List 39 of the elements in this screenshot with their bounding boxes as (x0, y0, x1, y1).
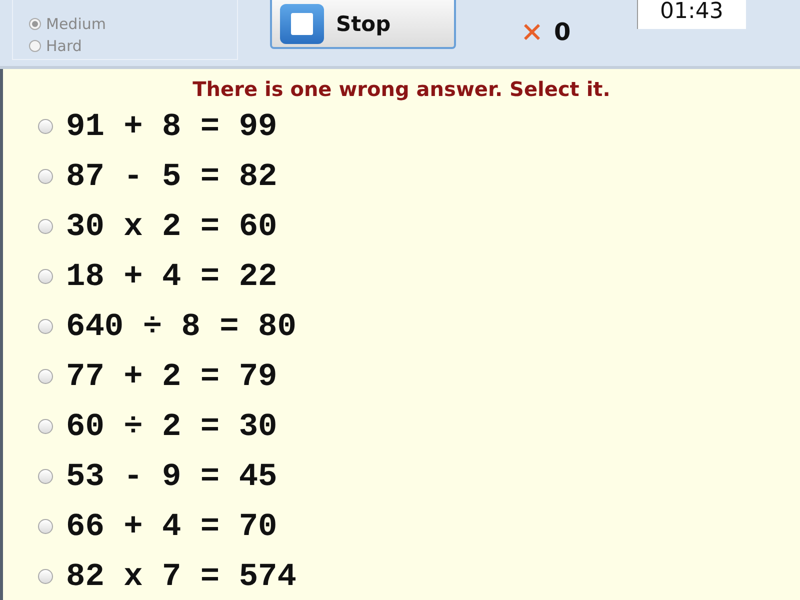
equation-text: 640 ÷ 8 = 80 (66, 308, 296, 344)
option-label: Medium (46, 15, 106, 33)
equation-text: 60 ÷ 2 = 30 (66, 408, 278, 444)
answer-option[interactable]: 53 - 9 = 45 (3, 451, 800, 501)
equation-text: 87 - 5 = 82 (66, 158, 278, 194)
answer-option[interactable]: 66 + 4 = 70 (3, 501, 800, 551)
option-label: Hard (46, 37, 82, 55)
answer-option[interactable]: 77 + 2 = 79 (3, 351, 800, 401)
equation-text: 30 x 2 = 60 (66, 208, 278, 244)
radio-button[interactable] (38, 468, 53, 484)
equation-text: 18 + 4 = 22 (66, 258, 278, 294)
answer-option[interactable]: 82 x 7 = 574 (3, 551, 800, 600)
answer-option[interactable]: 87 - 5 = 82 (3, 151, 800, 201)
radio-button[interactable] (29, 18, 41, 30)
radio-button[interactable] (38, 168, 53, 184)
equation-text: 77 + 2 = 79 (66, 358, 278, 394)
instruction-text: There is one wrong answer. Select it. (192, 76, 612, 101)
answer-option[interactable]: 640 ÷ 8 = 80 (3, 301, 800, 351)
radio-button[interactable] (38, 518, 53, 534)
radio-button[interactable] (38, 418, 53, 434)
equation-text: 82 x 7 = 574 (66, 558, 296, 594)
answer-option[interactable]: 18 + 4 = 22 (3, 251, 800, 301)
answer-option[interactable]: 30 x 2 = 60 (3, 201, 800, 251)
stop-button[interactable]: Stop (270, 0, 456, 49)
radio-button[interactable] (38, 318, 53, 334)
radio-button[interactable] (38, 368, 53, 384)
radio-button[interactable] (38, 568, 53, 584)
timer-display: 01:43 (636, 0, 746, 29)
equation-text: 91 + 8 = 99 (66, 108, 278, 144)
wrong-count: 0 (554, 18, 571, 46)
radio-button[interactable] (38, 218, 53, 234)
radio-button[interactable] (38, 118, 53, 134)
stop-icon (280, 4, 324, 44)
radio-button[interactable] (29, 40, 41, 52)
equation-text: 66 + 4 = 70 (66, 508, 278, 544)
answer-option[interactable]: 91 + 8 = 99 (3, 101, 800, 151)
radio-button[interactable] (38, 268, 53, 284)
answer-option[interactable]: 60 ÷ 2 = 30 (3, 401, 800, 451)
equation-text: 53 - 9 = 45 (66, 458, 278, 494)
